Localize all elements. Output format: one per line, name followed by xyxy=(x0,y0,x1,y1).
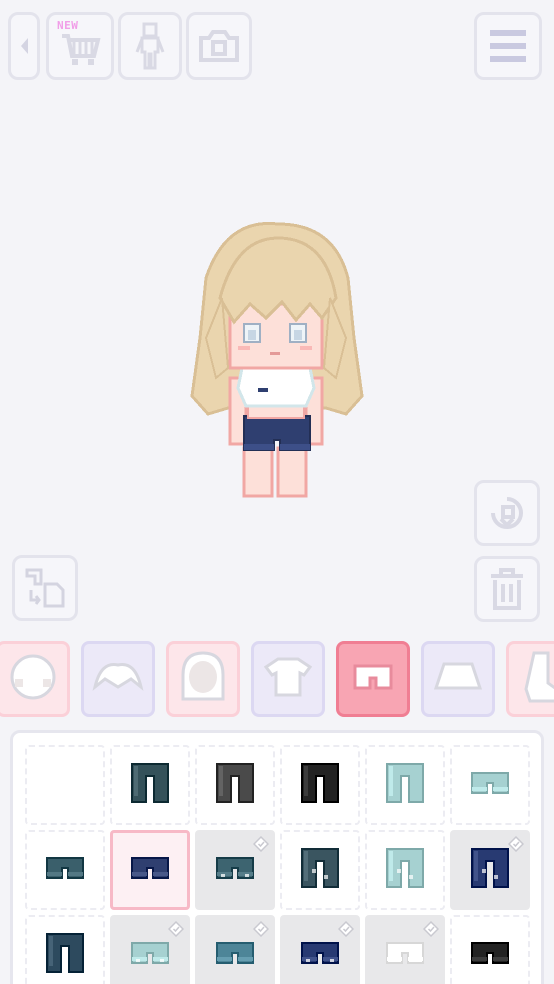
item-cell-shorts[interactable] xyxy=(110,830,190,910)
category-tabs xyxy=(0,638,554,722)
item-cell-shorts-ripped[interactable] xyxy=(280,915,360,984)
shorts-ripped-icon xyxy=(130,941,170,969)
trash-icon xyxy=(491,568,523,610)
category-tab-skirt[interactable] xyxy=(421,641,495,717)
rotate-button[interactable] xyxy=(474,480,540,546)
item-cell-shorts-ripped[interactable] xyxy=(365,915,445,984)
swap-outfit-button[interactable] xyxy=(12,555,78,621)
item-cell-shorts-ripped[interactable] xyxy=(195,830,275,910)
premium-badge-icon xyxy=(507,835,525,853)
shorts-ripped-icon xyxy=(215,856,255,884)
shorts-icon xyxy=(215,941,255,969)
shorts-icon xyxy=(470,941,510,969)
pants-icon xyxy=(215,762,255,808)
pants-ripped-icon xyxy=(385,847,425,893)
item-cell-shorts[interactable] xyxy=(195,915,275,984)
premium-badge-icon xyxy=(252,835,270,853)
shorts-icon xyxy=(351,662,395,696)
item-cell-pants-ripped[interactable] xyxy=(450,830,530,910)
item-cell-shorts[interactable] xyxy=(450,745,530,825)
category-tab-shorts[interactable] xyxy=(336,641,410,717)
swap-outfit-icon xyxy=(25,568,65,608)
pants-ripped-icon xyxy=(470,847,510,893)
item-cell-pants[interactable] xyxy=(365,745,445,825)
face-icon xyxy=(7,651,59,707)
pants-icon xyxy=(385,762,425,808)
skirt-icon xyxy=(433,660,483,698)
item-cell-pants-ripped[interactable] xyxy=(280,830,360,910)
delete-button[interactable] xyxy=(474,556,540,622)
body-button[interactable] xyxy=(118,12,182,80)
shoes-icon xyxy=(520,649,554,709)
body-silhouette-icon xyxy=(135,22,165,70)
shorts-icon xyxy=(130,856,170,884)
back-button[interactable] xyxy=(8,12,40,80)
premium-badge-icon xyxy=(167,920,185,938)
camera-button[interactable] xyxy=(186,12,252,80)
shorts-icon xyxy=(45,856,85,884)
pants-icon xyxy=(300,762,340,808)
new-badge: NEW xyxy=(57,19,79,32)
item-cell-pants[interactable] xyxy=(280,745,360,825)
item-grid xyxy=(10,730,544,984)
bangs-icon xyxy=(91,657,145,701)
menu-button[interactable] xyxy=(474,12,542,80)
category-tab-bangs[interactable] xyxy=(81,641,155,717)
pants-icon xyxy=(130,762,170,808)
camera-icon xyxy=(199,30,239,62)
premium-badge-icon xyxy=(422,920,440,938)
category-tab-top[interactable] xyxy=(251,641,325,717)
shorts-ripped-icon xyxy=(385,941,425,969)
item-cell-none[interactable] xyxy=(25,745,105,825)
category-tab-face[interactable] xyxy=(0,641,70,717)
avatar-character xyxy=(190,221,364,498)
item-cell-shorts[interactable] xyxy=(25,830,105,910)
item-cell-pants-ripped[interactable] xyxy=(365,830,445,910)
item-cell-pants[interactable] xyxy=(195,745,275,825)
hamburger-menu-icon xyxy=(490,30,526,62)
item-cell-shorts[interactable] xyxy=(450,915,530,984)
item-cell-pants[interactable] xyxy=(110,745,190,825)
item-cell-shorts-ripped[interactable] xyxy=(110,915,190,984)
top-icon xyxy=(263,655,313,703)
shorts-ripped-icon xyxy=(300,941,340,969)
category-tab-shoes[interactable] xyxy=(506,641,554,717)
back-arrow-icon xyxy=(21,38,28,54)
shorts-icon xyxy=(470,771,510,799)
pants-ripped-icon xyxy=(300,847,340,893)
rotate-icon xyxy=(491,497,523,529)
premium-badge-icon xyxy=(337,920,355,938)
category-tab-hair-back[interactable] xyxy=(166,641,240,717)
cart-icon xyxy=(62,34,101,65)
premium-badge-icon xyxy=(252,920,270,938)
hair-back-icon xyxy=(177,649,229,709)
item-cell-pants[interactable] xyxy=(25,915,105,984)
pants-icon xyxy=(45,932,85,978)
shop-button[interactable]: NEW xyxy=(46,12,114,80)
